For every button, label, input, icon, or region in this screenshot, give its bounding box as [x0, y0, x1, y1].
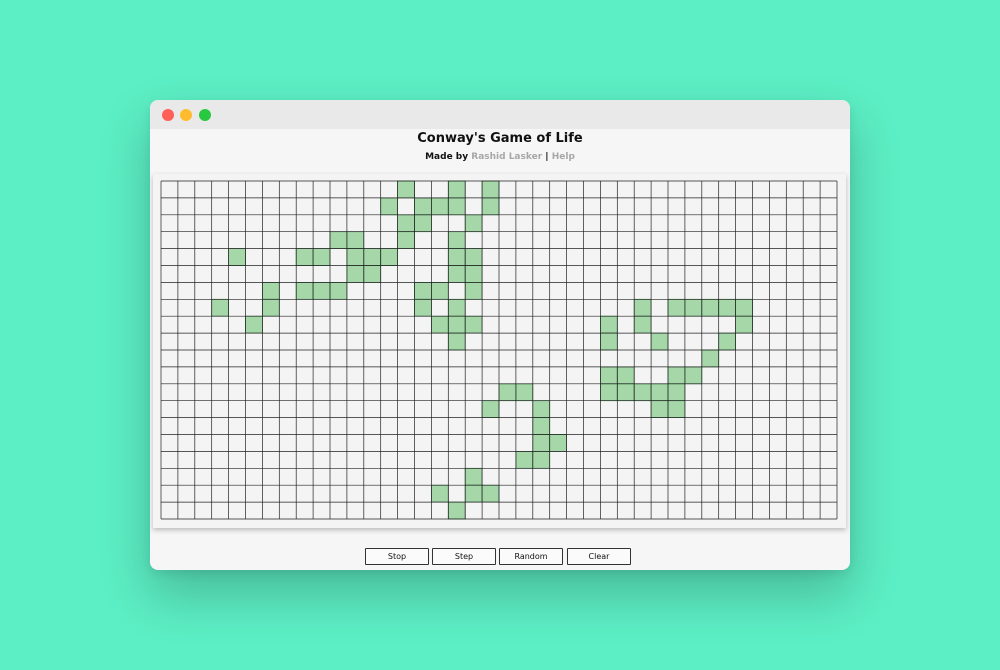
live-cell[interactable]	[464, 484, 483, 503]
live-cell[interactable]	[329, 231, 348, 250]
live-cell[interactable]	[481, 400, 500, 418]
live-cell[interactable]	[447, 315, 466, 334]
live-cell[interactable]	[329, 282, 348, 300]
live-cell[interactable]	[312, 282, 331, 300]
live-cell[interactable]	[414, 282, 432, 300]
close-window-button[interactable]	[162, 109, 174, 121]
page-title: Conway's Game of Life	[417, 131, 583, 146]
grid-lines	[160, 180, 838, 520]
live-cell[interactable]	[447, 501, 466, 520]
live-cell[interactable]	[262, 282, 280, 300]
live-cell[interactable]	[447, 231, 466, 250]
live-cell[interactable]	[430, 197, 449, 216]
live-cell[interactable]	[667, 400, 686, 418]
live-cell[interactable]	[667, 298, 686, 317]
stop-button[interactable]: Stop	[365, 548, 429, 565]
clear-button[interactable]: Clear	[567, 548, 631, 565]
live-cell[interactable]	[464, 315, 483, 334]
live-cell[interactable]	[312, 248, 331, 266]
live-cell[interactable]	[498, 383, 517, 402]
live-cell[interactable]	[650, 400, 669, 418]
live-cell[interactable]	[633, 298, 652, 317]
live-cell[interactable]	[667, 366, 686, 385]
author-link[interactable]: Rashid Lasker	[471, 152, 542, 162]
zoom-window-button[interactable]	[199, 109, 211, 121]
live-cell[interactable]	[633, 315, 652, 334]
live-cell[interactable]	[464, 282, 483, 300]
live-cell[interactable]	[549, 434, 568, 452]
random-button[interactable]: Random	[499, 548, 563, 565]
live-cell[interactable]	[295, 282, 314, 300]
live-cell[interactable]	[363, 265, 382, 283]
live-cell[interactable]	[684, 366, 703, 385]
live-cell[interactable]	[380, 248, 398, 266]
live-cell[interactable]	[481, 180, 500, 199]
live-cell[interactable]	[447, 332, 466, 351]
live-cell[interactable]	[599, 366, 618, 385]
live-cell[interactable]	[397, 180, 415, 199]
live-cell[interactable]	[211, 298, 230, 317]
live-cell[interactable]	[447, 197, 466, 216]
live-cell[interactable]	[481, 484, 500, 503]
live-cell[interactable]	[667, 383, 686, 402]
live-cell[interactable]	[532, 434, 551, 452]
byline-separator: |	[545, 152, 549, 162]
live-cell[interactable]	[735, 298, 753, 317]
title-bar	[150, 100, 850, 129]
help-link[interactable]: Help	[552, 152, 575, 162]
live-cell[interactable]	[414, 298, 432, 317]
live-cell[interactable]	[650, 383, 669, 402]
live-cell[interactable]	[481, 197, 500, 216]
board-frame	[153, 174, 846, 528]
live-cell[interactable]	[447, 265, 466, 283]
live-cell[interactable]	[515, 450, 534, 469]
live-cell[interactable]	[346, 248, 365, 266]
live-cell[interactable]	[464, 248, 483, 266]
live-cell[interactable]	[650, 332, 669, 351]
live-cell[interactable]	[532, 400, 551, 418]
live-cell[interactable]	[616, 383, 635, 402]
live-cell[interactable]	[447, 248, 466, 266]
live-cell[interactable]	[701, 349, 720, 368]
live-cell[interactable]	[464, 467, 483, 486]
live-cell[interactable]	[464, 265, 483, 283]
live-cell[interactable]	[684, 298, 703, 317]
live-cell[interactable]	[599, 332, 618, 351]
live-cell[interactable]	[397, 231, 415, 250]
live-cell[interactable]	[430, 484, 449, 503]
live-cell[interactable]	[447, 180, 466, 199]
live-cell[interactable]	[228, 248, 246, 266]
live-cell[interactable]	[532, 417, 551, 435]
live-cell[interactable]	[430, 282, 449, 300]
live-cell[interactable]	[245, 315, 263, 334]
live-cell[interactable]	[295, 248, 314, 266]
live-cell[interactable]	[701, 298, 720, 317]
live-cell[interactable]	[515, 383, 534, 402]
live-cell[interactable]	[414, 214, 432, 233]
live-cell[interactable]	[430, 315, 449, 334]
live-cell[interactable]	[735, 315, 753, 334]
step-button[interactable]: Step	[432, 548, 496, 565]
minimize-window-button[interactable]	[180, 109, 192, 121]
app-window: Conway's Game of Life Made by Rashid Las…	[150, 100, 850, 570]
live-cell[interactable]	[346, 231, 365, 250]
live-cell[interactable]	[380, 197, 398, 216]
live-cell[interactable]	[718, 332, 737, 351]
live-cell[interactable]	[346, 265, 365, 283]
live-cell[interactable]	[718, 298, 737, 317]
live-cell[interactable]	[464, 214, 483, 233]
live-cell[interactable]	[599, 383, 618, 402]
live-cell[interactable]	[363, 248, 382, 266]
live-cell[interactable]	[397, 214, 415, 233]
live-cell[interactable]	[616, 366, 635, 385]
byline-prefix: Made by	[425, 152, 469, 162]
live-cell[interactable]	[447, 298, 466, 317]
live-cell[interactable]	[532, 450, 551, 469]
live-cell[interactable]	[414, 197, 432, 216]
live-cell[interactable]	[599, 315, 618, 334]
live-cell[interactable]	[262, 298, 280, 317]
life-grid[interactable]	[153, 174, 846, 528]
byline: Made by Rashid Lasker | Help	[150, 152, 850, 162]
live-cell[interactable]	[633, 383, 652, 402]
